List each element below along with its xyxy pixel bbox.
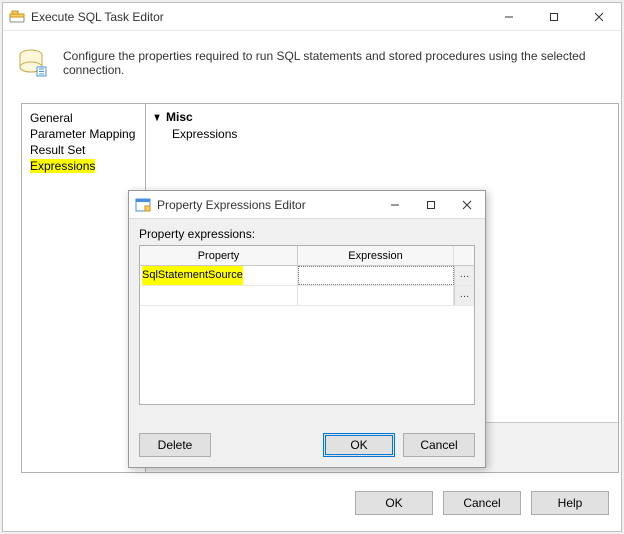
chevron-down-icon: ▾	[155, 110, 160, 124]
cell-expression[interactable]	[298, 286, 454, 305]
child-ok-button[interactable]: OK	[323, 433, 395, 457]
column-header-property[interactable]: Property	[140, 246, 298, 265]
property-grid: Property Expression SqlStatementSource ……	[139, 245, 475, 405]
window-controls	[486, 3, 621, 31]
sidebar-item-general[interactable]: General	[28, 110, 139, 126]
main-titlebar: Execute SQL Task Editor	[3, 3, 621, 31]
help-button[interactable]: Help	[531, 491, 609, 515]
info-text: Configure the properties required to run…	[63, 47, 607, 77]
child-body: Property expressions: Property Expressio…	[129, 219, 485, 413]
child-window-controls	[377, 191, 485, 219]
child-title: Property Expressions Editor	[157, 198, 377, 212]
delete-button[interactable]: Delete	[139, 433, 211, 457]
ok-button[interactable]: OK	[355, 491, 433, 515]
spacer	[211, 433, 323, 457]
sidebar-item-label: Expressions	[30, 159, 95, 173]
info-strip: Configure the properties required to run…	[3, 31, 621, 91]
sidebar-item-label: Parameter Mapping	[30, 127, 135, 141]
sidebar-item-label: Result Set	[30, 143, 85, 157]
child-close-button[interactable]	[449, 191, 485, 219]
child-dialog: Property Expressions Editor Property exp…	[128, 190, 486, 468]
child-cancel-button[interactable]: Cancel	[403, 433, 475, 457]
child-maximize-button[interactable]	[413, 191, 449, 219]
app-icon	[9, 9, 25, 25]
sidebar-item-parameter-mapping[interactable]: Parameter Mapping	[28, 126, 139, 142]
close-button[interactable]	[576, 3, 621, 31]
minimize-button[interactable]	[486, 3, 531, 31]
column-header-spacer	[454, 246, 474, 265]
ellipsis-button[interactable]: …	[454, 266, 474, 285]
dialog-icon	[135, 197, 151, 213]
cell-expression[interactable]	[298, 266, 454, 285]
expressions-row[interactable]: Expressions	[154, 126, 610, 142]
cell-property-value: SqlStatementSource	[142, 266, 243, 285]
row-label: Expressions	[172, 127, 372, 141]
maximize-button[interactable]	[531, 3, 576, 31]
child-titlebar: Property Expressions Editor	[129, 191, 485, 219]
property-expressions-label: Property expressions:	[139, 227, 475, 241]
grid-row[interactable]: SqlStatementSource …	[140, 266, 474, 286]
cell-property[interactable]	[140, 286, 298, 305]
sidebar-item-expressions[interactable]: Expressions	[28, 158, 139, 174]
column-header-expression[interactable]: Expression	[298, 246, 454, 265]
child-minimize-button[interactable]	[377, 191, 413, 219]
section-header-label: Misc	[166, 110, 193, 124]
cell-property[interactable]: SqlStatementSource	[140, 266, 298, 285]
task-icon	[17, 47, 49, 79]
main-title: Execute SQL Task Editor	[31, 10, 486, 24]
sidebar-item-result-set[interactable]: Result Set	[28, 142, 139, 158]
grid-row[interactable]: …	[140, 286, 474, 306]
ellipsis-button[interactable]: …	[454, 286, 474, 305]
section-header[interactable]: ▾ Misc	[154, 110, 610, 124]
sidebar-item-label: General	[30, 111, 73, 125]
main-button-row: OK Cancel Help	[355, 491, 609, 515]
grid-header: Property Expression	[140, 246, 474, 266]
child-button-row: Delete OK Cancel	[129, 433, 485, 457]
cancel-button[interactable]: Cancel	[443, 491, 521, 515]
row-value	[372, 126, 610, 142]
